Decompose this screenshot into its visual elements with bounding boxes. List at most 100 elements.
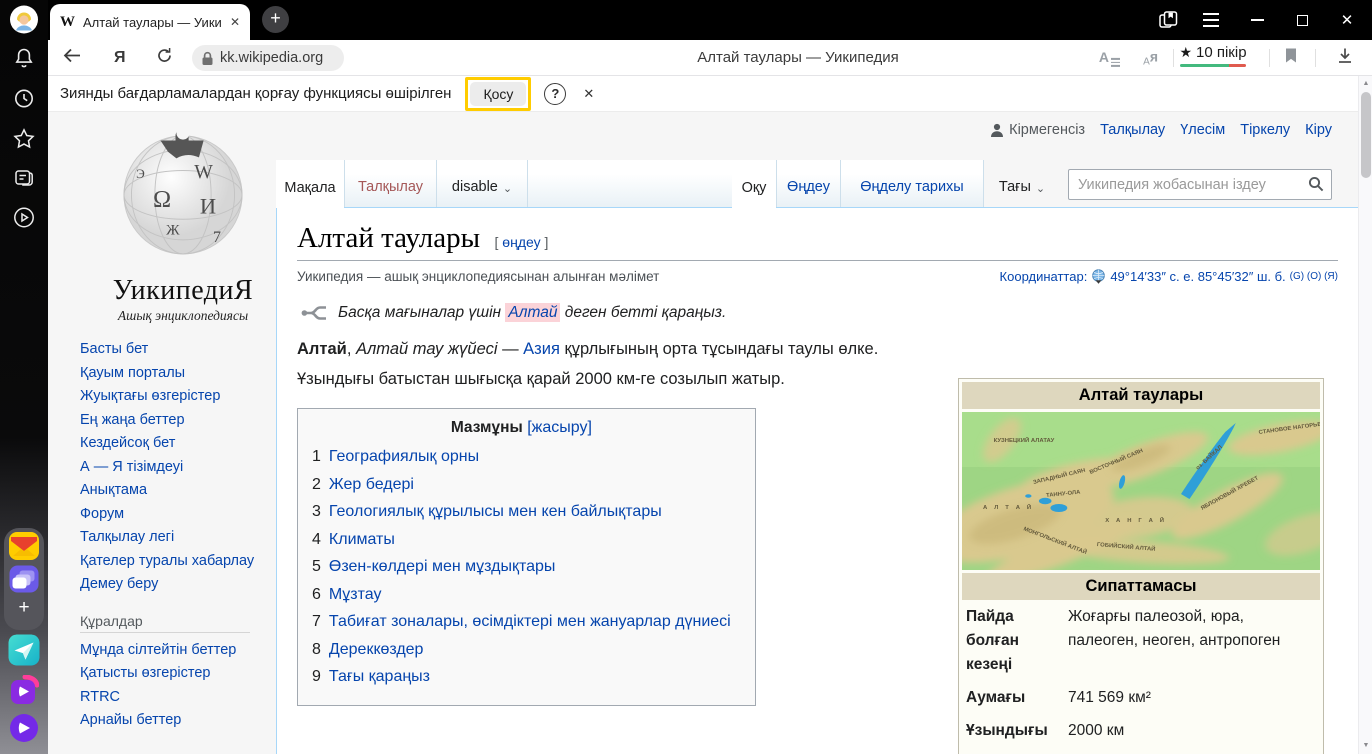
tab-talk[interactable]: Талқылау bbox=[344, 160, 436, 207]
sidebar-item[interactable]: Кездейсоқ бет bbox=[80, 432, 262, 456]
sidebar-nav: Басты бетҚауым порталыЖуықтағы өзгерісте… bbox=[80, 338, 262, 733]
infobox-value: 741 569 км² bbox=[1068, 686, 1306, 710]
infobox-value: Жоғарғы палеозой, юра, палеоген, неоген,… bbox=[1068, 605, 1306, 677]
add-app-button[interactable]: + bbox=[18, 597, 29, 619]
disambig-icon bbox=[301, 305, 328, 321]
sidebar-item[interactable]: Арнайы беттер bbox=[80, 709, 262, 733]
media-play-icon[interactable] bbox=[12, 206, 36, 235]
sidebar-item[interactable]: Қателер туралы хабарлау bbox=[80, 550, 262, 574]
profile-avatar[interactable] bbox=[10, 6, 38, 39]
toc-item[interactable]: 1Географиялық орны bbox=[312, 443, 731, 471]
toc-item[interactable]: 4Климаты bbox=[312, 526, 731, 554]
scroll-down-arrow[interactable]: ▼ bbox=[1359, 738, 1372, 754]
address-bar: Я kk.wikipedia.org Алтай таулары — Уикип… bbox=[48, 40, 1372, 76]
yandex-mail-icon[interactable] bbox=[9, 532, 39, 560]
sidebar-item[interactable]: Қауым порталы bbox=[80, 362, 262, 386]
svg-text:Ω: Ω bbox=[153, 186, 171, 213]
alice-app-icon[interactable] bbox=[9, 713, 39, 743]
tab-more[interactable]: Тағы⌄ bbox=[984, 160, 1060, 207]
browser-tab[interactable]: W Алтай таулары — Уики ✕ bbox=[50, 4, 250, 40]
sidebar-item[interactable]: Ең жаңа беттер bbox=[80, 409, 262, 433]
toc-item[interactable]: 2Жер бедері bbox=[312, 471, 731, 499]
tools-links: Мұнда сілтейтін беттерҚатысты өзгерістер… bbox=[80, 639, 262, 733]
window-maximize-button[interactable] bbox=[1287, 0, 1317, 40]
map-label: КУЗНЕЦКИЙ АЛАТАУ bbox=[994, 436, 1055, 444]
yandex-disk-icon[interactable] bbox=[10, 566, 39, 593]
window-minimize-button[interactable] bbox=[1242, 0, 1272, 40]
personal-link[interactable]: Үлесім bbox=[1180, 122, 1225, 138]
sidebar-item[interactable]: Қатысты өзгерістер bbox=[80, 662, 262, 686]
back-button[interactable] bbox=[62, 47, 82, 68]
yandex-search-button[interactable]: Я bbox=[114, 49, 126, 67]
reviews-badge[interactable]: ★10 пікір bbox=[1168, 44, 1258, 67]
lead-paragraph: Алтай, Алтай тау жүйесі — Азия құрлығыны… bbox=[297, 334, 917, 394]
wiki-tagline: Ашық энциклопедиясы bbox=[90, 308, 276, 324]
tools-heading: Құралдар bbox=[80, 613, 250, 633]
infobox-row: Ұзындығы 2000 км bbox=[962, 714, 1320, 747]
personal-link[interactable]: Кіру bbox=[1305, 122, 1332, 138]
coordinate-services[interactable]: (G) (O) (Я) bbox=[1290, 271, 1338, 282]
scrollbar[interactable]: ▲ ▼ bbox=[1358, 76, 1372, 754]
sidebar-item[interactable]: А — Я тізімдеуі bbox=[80, 456, 262, 480]
notifications-bell-icon[interactable] bbox=[13, 47, 35, 76]
url-pill[interactable]: kk.wikipedia.org bbox=[192, 45, 344, 71]
article-title: Алтай таулары bbox=[297, 222, 480, 254]
sidebar-item[interactable]: Демеу беру bbox=[80, 573, 262, 597]
edit-section-link[interactable]: [ өңдеу ] bbox=[495, 234, 549, 250]
reload-button[interactable] bbox=[156, 47, 173, 69]
hatnote-link[interactable]: Алтай bbox=[505, 303, 560, 322]
tabs-panel-icon[interactable] bbox=[1152, 0, 1184, 40]
tab-history[interactable]: Өңделу тарихы bbox=[840, 160, 984, 207]
toc-item[interactable]: 6Мұзтау bbox=[312, 581, 731, 609]
sidebar-item[interactable]: Жуықтағы өзгерістер bbox=[80, 385, 262, 409]
messenger-app-icon[interactable] bbox=[9, 635, 40, 666]
sidebar-item[interactable]: Мұнда сілтейтін беттер bbox=[80, 639, 262, 663]
bookmark-flag-icon[interactable] bbox=[1284, 47, 1298, 68]
search-input[interactable] bbox=[1068, 169, 1332, 200]
toc-item[interactable]: 5Өзен-көлдері мен мұздықтары bbox=[312, 553, 731, 581]
personal-link[interactable]: Талқылау bbox=[1100, 122, 1165, 138]
music-app-icon[interactable] bbox=[9, 675, 39, 705]
reviews-count: 10 пікір bbox=[1196, 44, 1247, 61]
history-clock-icon[interactable] bbox=[13, 88, 35, 115]
personal-links: Талқылау Үлесім Тіркелу Кіру bbox=[1100, 122, 1332, 138]
download-icon[interactable] bbox=[1336, 46, 1354, 69]
sidebar-item[interactable]: Талқылау легі bbox=[80, 526, 262, 550]
rating-bar bbox=[1180, 64, 1246, 67]
tab-article[interactable]: Мақала bbox=[276, 160, 344, 208]
toc-item[interactable]: 7Табиғат зоналары, өсімдіктері мен жануа… bbox=[312, 608, 731, 636]
infobox-map[interactable]: КУЗНЕЦКИЙ АЛАТАУ ЗАПАДНЫЙ САЯН ВОСТОЧНЫЙ… bbox=[962, 412, 1320, 570]
coordinates[interactable]: Координаттар: 49°14′33″ с. е. 85°45′32″ … bbox=[1000, 269, 1338, 284]
sidebar-item[interactable]: Басты бет bbox=[80, 338, 262, 362]
tab-read[interactable]: Оқу bbox=[732, 160, 776, 208]
chevron-down-icon: ⌄ bbox=[1036, 182, 1045, 195]
sidebar-item[interactable]: Форум bbox=[80, 503, 262, 527]
bookmarks-star-icon[interactable] bbox=[13, 128, 36, 155]
tab-close-icon[interactable]: ✕ bbox=[230, 15, 240, 29]
coordinate-value[interactable]: 49°14′33″ с. е. 85°45′32″ ш. б. bbox=[1110, 269, 1285, 284]
wikipedia-logo[interactable]: Ω W И Ж 7 Э УикипедиЯ Ашық энциклопедияс… bbox=[90, 118, 276, 324]
enable-protection-button[interactable]: Қосу bbox=[470, 82, 526, 106]
tab-edit[interactable]: Өңдеу bbox=[776, 160, 840, 207]
toc-toggle[interactable]: жасыру bbox=[532, 419, 588, 436]
reader-mode-icon[interactable]: A bbox=[1099, 48, 1120, 66]
personal-link[interactable]: Тіркелу bbox=[1240, 122, 1290, 138]
notification-close-icon[interactable]: ✕ bbox=[583, 86, 594, 102]
scroll-up-arrow[interactable]: ▲ bbox=[1359, 76, 1372, 92]
sidebar-item[interactable]: RTRC bbox=[80, 686, 262, 710]
new-tab-button[interactable]: + bbox=[262, 6, 289, 33]
menu-hamburger-icon[interactable] bbox=[1196, 0, 1226, 40]
sidebar-item[interactable]: Анықтама bbox=[80, 479, 262, 503]
tutorial-highlight-frame: Қосу bbox=[465, 77, 531, 111]
translate-icon[interactable]: Aя bbox=[1143, 48, 1158, 67]
username: Кірмегенсіз bbox=[990, 122, 1085, 138]
toc-item[interactable]: 8Дереккөздер bbox=[312, 636, 731, 664]
search-icon[interactable] bbox=[1308, 176, 1324, 196]
window-close-button[interactable]: ✕ bbox=[1332, 0, 1362, 40]
notes-icon[interactable] bbox=[13, 167, 36, 194]
help-icon[interactable]: ? bbox=[544, 83, 566, 105]
tab-disable[interactable]: disable⌄ bbox=[436, 160, 528, 207]
toc-item[interactable]: 3Геологиялық құрылысы мен кен байлықтары bbox=[312, 498, 731, 526]
scroll-thumb[interactable] bbox=[1361, 92, 1371, 178]
toc-item[interactable]: 9Тағы қараңыз bbox=[312, 663, 731, 691]
